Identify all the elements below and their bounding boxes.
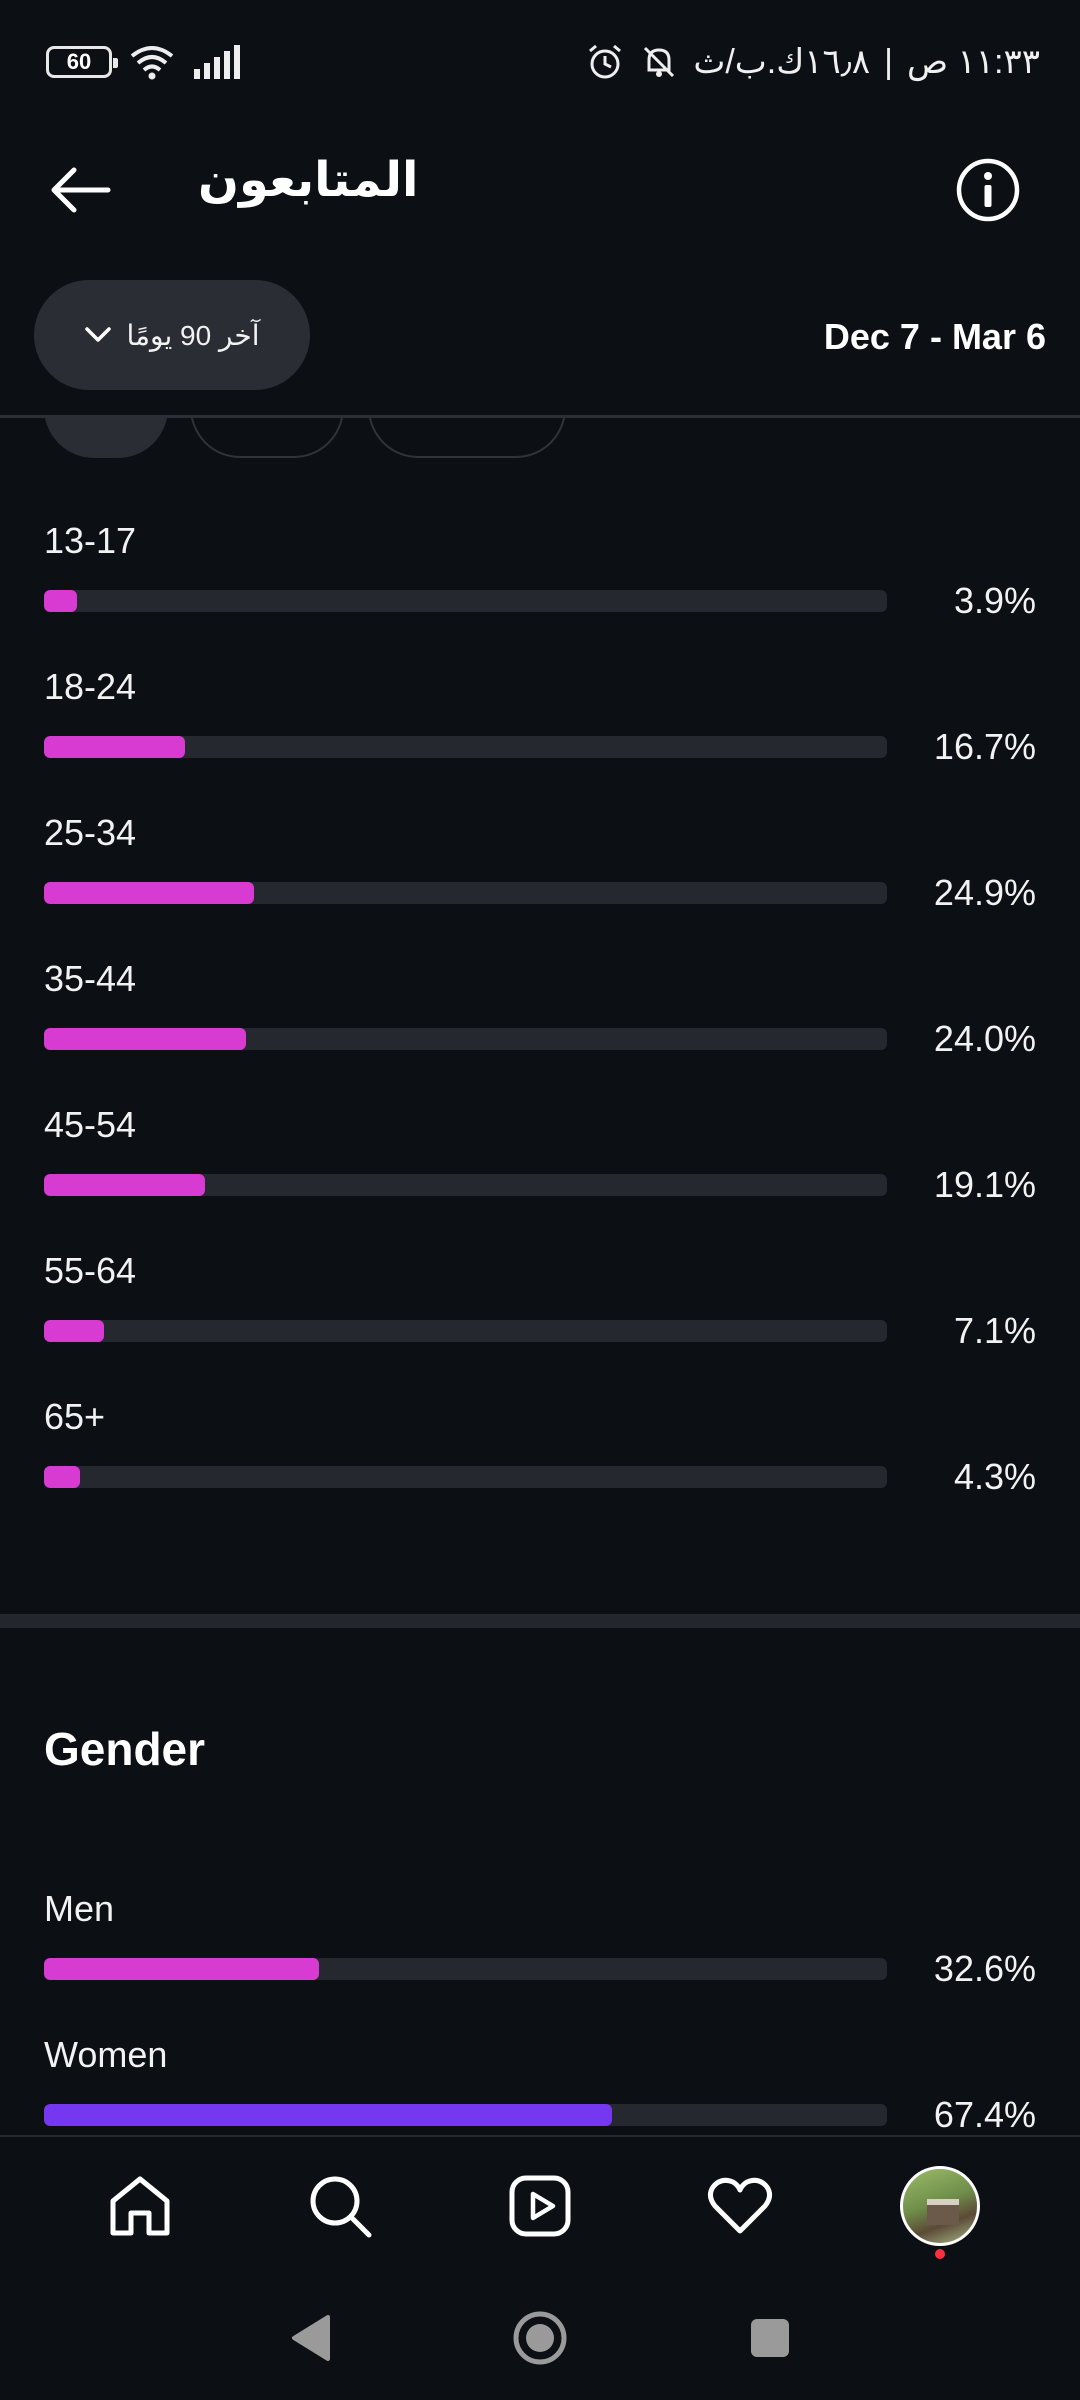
bar-track	[44, 590, 887, 612]
chevron-down-icon	[85, 327, 112, 342]
time-range-label: آخر 90 يومًا	[126, 319, 260, 351]
row-value: 16.7%	[933, 726, 1036, 767]
row-value: 3.9%	[953, 580, 1036, 621]
gender-list: Men 32.6% Women 67.4%	[44, 1878, 1044, 2170]
age-range-list: 13-17 3.9% 18-24 16.7% 25-34 24.9% 35-44 24.0% 4…	[44, 510, 1044, 1532]
bar-track	[44, 2104, 887, 2126]
row-label: Women	[44, 2034, 168, 2075]
nav-reels[interactable]	[495, 2161, 585, 2251]
row-value: 24.0%	[933, 1018, 1036, 1059]
clock: ١١:٣٣ ص	[906, 43, 1040, 81]
system-back-button[interactable]	[280, 2308, 340, 2368]
row-label: 65+	[44, 1396, 106, 1437]
row-label: 45-54	[44, 1104, 137, 1145]
audience-tab-chip[interactable]	[190, 418, 344, 458]
bar-fill	[44, 2104, 613, 2126]
date-range: Dec 7 - Mar 6	[823, 316, 1046, 357]
system-recents-button[interactable]	[740, 2308, 800, 2368]
nav-activity[interactable]	[695, 2161, 785, 2251]
separator: |	[884, 42, 893, 81]
row-value: 32.6%	[933, 1948, 1036, 1989]
bar-track	[44, 1174, 887, 1196]
gender-section-title: Gender	[44, 1723, 206, 1775]
bar-fill	[44, 1320, 104, 1342]
notification-dot	[935, 2249, 945, 2259]
info-icon	[956, 158, 1020, 222]
bar-fill	[44, 1174, 205, 1196]
bar-track	[44, 1028, 887, 1050]
age-range-row: 25-34 24.9%	[44, 802, 1044, 948]
bar-fill	[44, 882, 254, 904]
arrow-left-icon	[51, 167, 111, 213]
nav-search[interactable]	[295, 2161, 385, 2251]
signal-icon	[194, 45, 240, 79]
age-range-row: 45-54 19.1%	[44, 1094, 1044, 1240]
bar-fill	[44, 590, 77, 612]
age-range-row: 13-17 3.9%	[44, 510, 1044, 656]
row-value: 24.9%	[933, 872, 1036, 913]
bar-track	[44, 736, 887, 758]
profile-avatar	[900, 2166, 980, 2246]
age-range-row: 18-24 16.7%	[44, 656, 1044, 802]
row-value: 67.4%	[933, 2094, 1036, 2135]
bar-fill	[44, 1466, 81, 1488]
battery-level: 60	[66, 49, 92, 74]
wifi-icon	[130, 46, 174, 80]
audience-tab-row	[0, 418, 1080, 460]
section-divider	[0, 1614, 1080, 1628]
home-icon	[110, 2176, 170, 2236]
status-left: 60	[46, 44, 242, 80]
row-label: 35-44	[44, 958, 137, 999]
bottom-nav	[0, 2135, 1080, 2275]
system-home-button[interactable]	[510, 2308, 570, 2368]
row-label: 18-24	[44, 666, 137, 707]
gender-row: Men 32.6%	[44, 1878, 1044, 2024]
system-nav	[0, 2275, 1080, 2400]
home-circle-icon	[513, 2311, 567, 2364]
network-speed: ١٦٫٨ك.ب/ث	[693, 43, 871, 81]
time-range-dropdown[interactable]: آخر 90 يومًا	[34, 280, 310, 390]
status-right: ١١:٣٣ ص | ١٦٫٨ك.ب/ث	[585, 42, 1040, 82]
bar-fill	[44, 736, 185, 758]
header: المتابعون	[0, 130, 1080, 250]
status-bar: 60 ١١:٣٣ ص | ١٦٫٨ك.ب/ث	[0, 0, 1080, 130]
age-range-row: 55-64 7.1%	[44, 1240, 1044, 1386]
page-title: المتابعون	[198, 154, 419, 207]
row-label: 55-64	[44, 1250, 137, 1291]
back-button[interactable]	[40, 150, 120, 230]
bar-track	[44, 1958, 887, 1980]
heart-icon	[707, 2177, 773, 2234]
nav-home[interactable]	[95, 2161, 185, 2251]
search-icon	[310, 2176, 372, 2238]
age-range-row: 65+ 4.3%	[44, 1386, 1044, 1532]
reels-icon	[509, 2175, 571, 2237]
nav-profile[interactable]	[895, 2161, 985, 2259]
muted-bell-icon	[644, 46, 675, 78]
row-label: 25-34	[44, 812, 137, 853]
age-range-row: 35-44 24.0%	[44, 948, 1044, 1094]
row-value: 7.1%	[953, 1310, 1036, 1351]
back-triangle-icon	[292, 2314, 330, 2361]
audience-tab-chip[interactable]	[44, 418, 168, 458]
recents-square-icon	[751, 2318, 789, 2357]
info-button[interactable]	[946, 148, 1030, 232]
bar-track	[44, 882, 887, 904]
row-label: 13-17	[44, 520, 137, 561]
alarm-icon	[589, 44, 622, 79]
bar-fill	[44, 1028, 247, 1050]
bar-track	[44, 1466, 887, 1488]
row-value: 19.1%	[933, 1164, 1036, 1205]
bar-fill	[44, 1958, 319, 1980]
row-label: Men	[44, 1888, 115, 1929]
audience-tab-chip[interactable]	[368, 418, 566, 458]
bar-track	[44, 1320, 887, 1342]
battery-icon: 60	[46, 46, 118, 78]
row-value: 4.3%	[953, 1456, 1036, 1497]
filter-row: آخر 90 يومًا Dec 7 - Mar 6	[0, 280, 1080, 390]
